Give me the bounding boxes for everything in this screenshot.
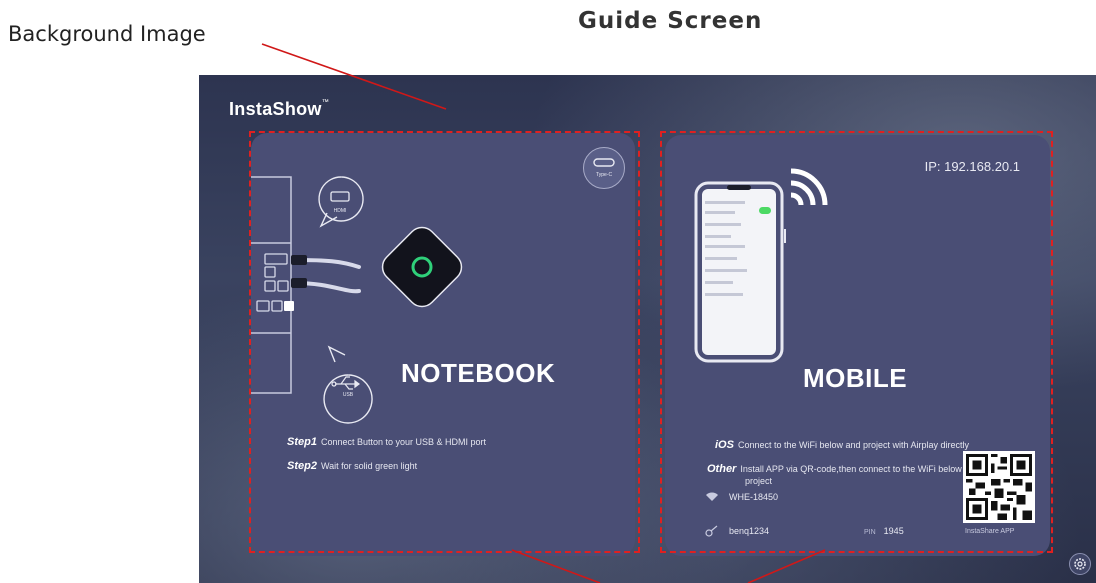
mobile-highlight-box	[660, 131, 1053, 553]
settings-icon[interactable]	[1069, 553, 1091, 575]
guide-screen-title: Guide Screen	[578, 8, 763, 34]
notebook-highlight-box	[249, 131, 640, 553]
instashow-logo: InstaShow™	[229, 99, 330, 119]
background-image-label: Background Image	[8, 22, 206, 46]
